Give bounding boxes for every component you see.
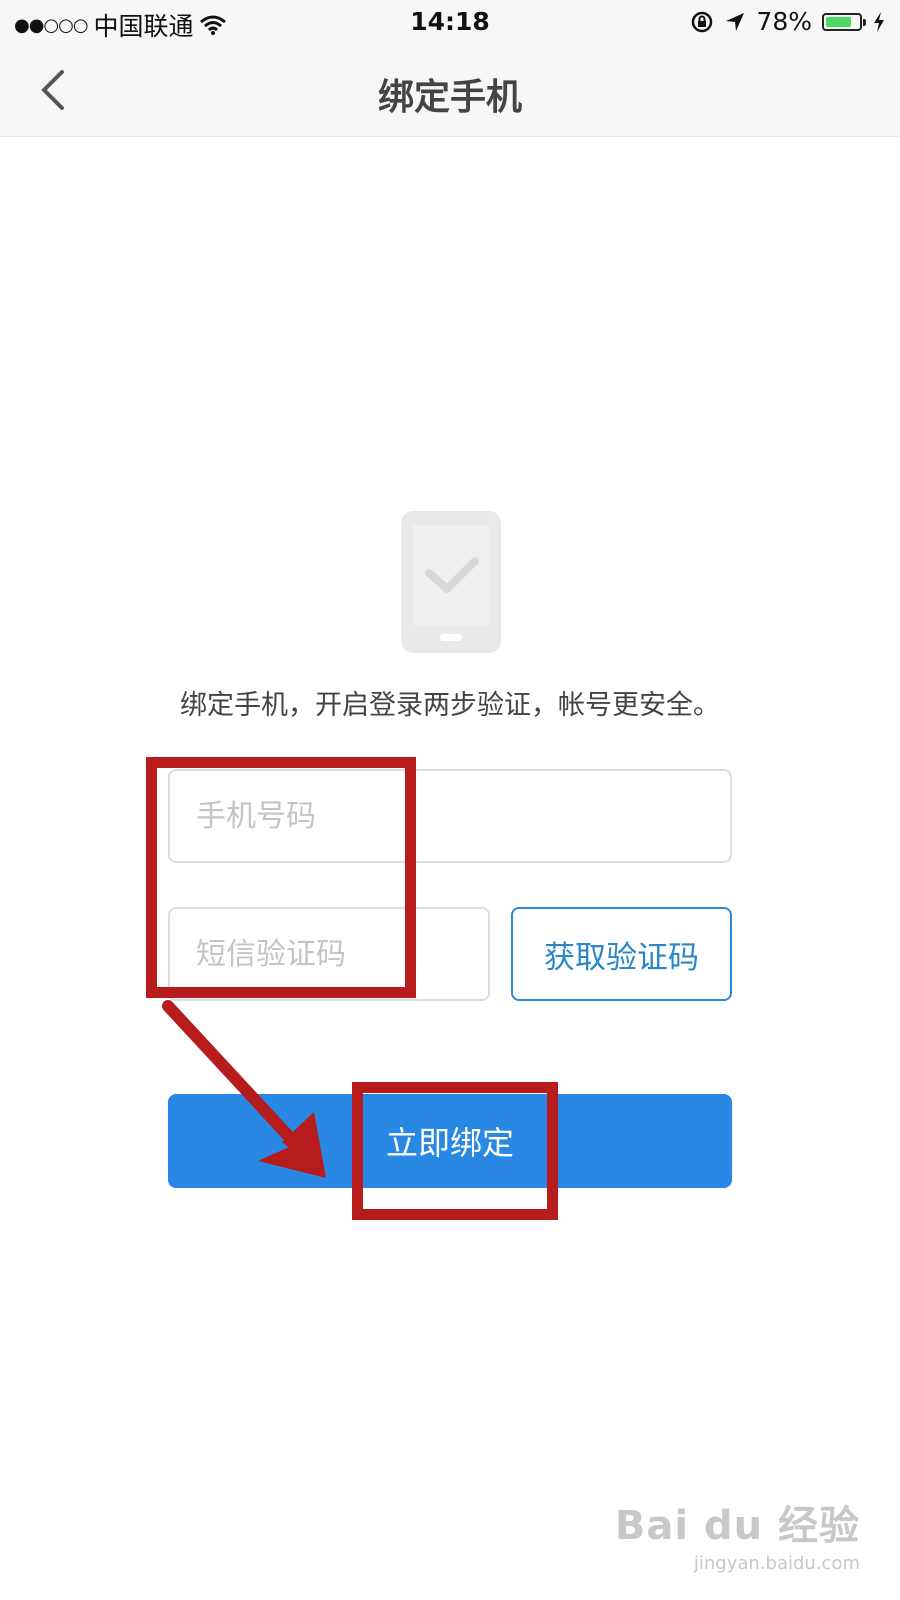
annotation-arrow: [162, 1000, 326, 1178]
watermark-url: jingyan.baidu.com: [693, 1553, 860, 1574]
watermark-logo: Bai du 经验: [614, 1503, 860, 1549]
watermark: Bai du 经验 jingyan.baidu.com: [615, 1493, 860, 1574]
